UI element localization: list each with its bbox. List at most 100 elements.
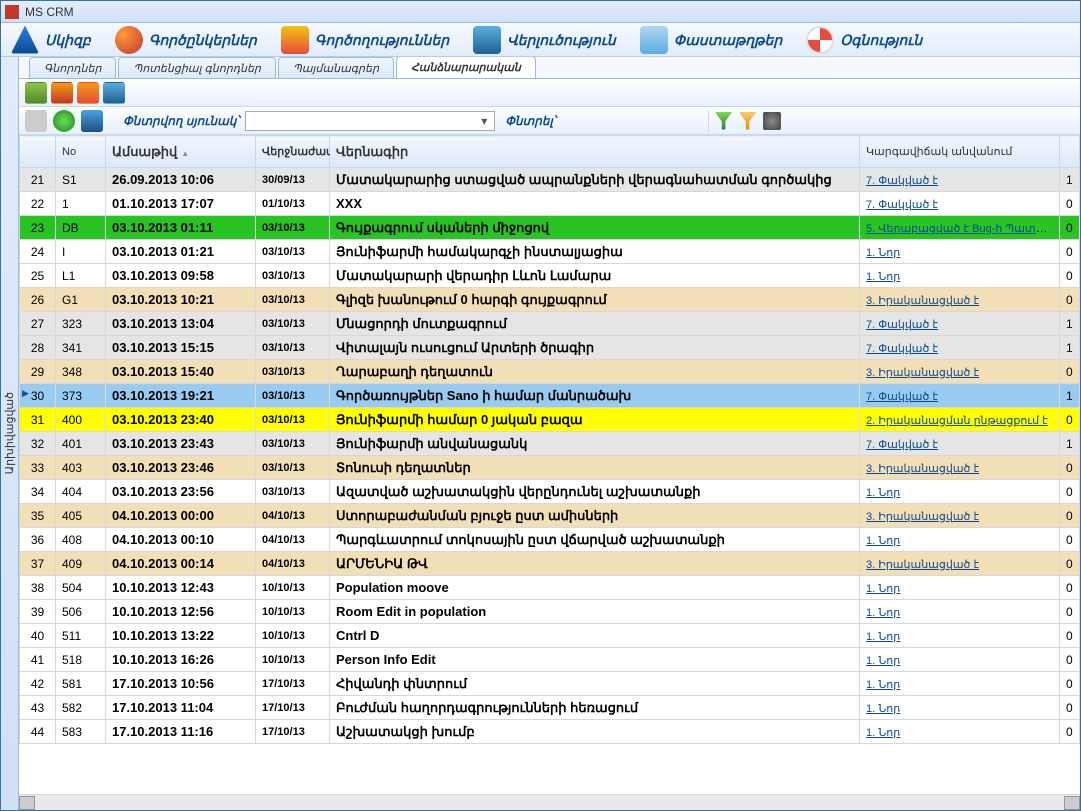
col-enddate[interactable]: Վերջնաժամ [256, 136, 330, 168]
col-no[interactable]: No [56, 136, 106, 168]
funnel-green-icon[interactable] [715, 112, 733, 130]
status-link[interactable]: 3. Իրականացված է [866, 367, 979, 379]
cell-rownum: 37 [20, 552, 56, 576]
status-link[interactable]: 1. Նոր [866, 607, 900, 619]
cell-no: 581 [56, 672, 106, 696]
table-row[interactable]: 4051110.10.2013 13:2210/10/13Cntrl D1. Ն… [20, 624, 1080, 648]
table-row[interactable]: 3740904.10.2013 00:1404/10/13ԱՐՄԵՆԻԱ ԹՎ3… [20, 552, 1080, 576]
status-link[interactable]: 7. Փակված է [866, 199, 938, 211]
table-row[interactable]: 3037303.10.2013 19:2103/10/13Գործառույթն… [20, 384, 1080, 408]
status-link[interactable]: 7. Փակված է [866, 391, 938, 403]
cell-enddate: 03/10/13 [256, 360, 330, 384]
status-link[interactable]: 7. Փակված է [866, 319, 938, 331]
status-link[interactable]: 5. Վերաբացված է Bug-ի Պատճառով [866, 221, 1060, 235]
table-row[interactable]: 2732303.10.2013 13:0403/10/13Մնացորդի մո… [20, 312, 1080, 336]
table-row[interactable]: 24I03.10.2013 01:2103/10/13Յունիֆարմի հա… [20, 240, 1080, 264]
status-link[interactable]: 3. Իրականացված է [866, 295, 979, 307]
tab-contracts[interactable]: Պայմանագրեր [278, 57, 394, 78]
open-button[interactable] [77, 82, 99, 104]
status-link[interactable]: 3. Իրականացված է [866, 463, 979, 475]
cell-rownum: 34 [20, 480, 56, 504]
side-tab[interactable]: Արխիվացված [1, 57, 19, 810]
table-row[interactable]: 25L103.10.2013 09:5803/10/13Մատակարարի վ… [20, 264, 1080, 288]
table-row[interactable]: 4358217.10.2013 11:0417/10/13Բուժման հաղ… [20, 696, 1080, 720]
scroll-right-icon[interactable] [1064, 796, 1080, 810]
cell-rownum: 27 [20, 312, 56, 336]
col-title[interactable]: Վերնագիր [330, 136, 860, 168]
cell-no: 405 [56, 504, 106, 528]
tab-potential[interactable]: Պոտենցիալ գնորդներ [118, 57, 275, 78]
filter-column-select[interactable]: ▾ [245, 111, 495, 131]
ribbon-docs[interactable]: Փաստաթղթեր [640, 26, 782, 54]
table-row[interactable]: 3950610.10.2013 12:5610/10/13Room Edit i… [20, 600, 1080, 624]
cell-last: 0 [1060, 552, 1080, 576]
refresh-icon[interactable] [81, 110, 103, 132]
filter-search-input[interactable] [562, 111, 702, 131]
cell-last: 0 [1060, 456, 1080, 480]
ribbon-analysis[interactable]: Վերլուծություն [473, 26, 616, 54]
status-link[interactable]: 1. Նոր [866, 535, 900, 547]
toolbar [19, 79, 1080, 107]
funnel-orange-icon[interactable] [739, 112, 757, 130]
table-row[interactable]: 2934803.10.2013 15:4003/10/13Ղարաբաղի դե… [20, 360, 1080, 384]
status-link[interactable]: 1. Նոր [866, 631, 900, 643]
cell-status: 3. Իրականացված է [860, 504, 1060, 528]
cell-enddate: 04/10/13 [256, 552, 330, 576]
table-row[interactable]: 3340303.10.2013 23:4603/10/13Տոնուսի դեղ… [20, 456, 1080, 480]
cell-date: 10.10.2013 12:56 [106, 600, 256, 624]
cell-last: 0 [1060, 288, 1080, 312]
ribbon-partners[interactable]: Գործընկերներ [115, 26, 257, 54]
find-button[interactable] [103, 82, 125, 104]
scroll-left-icon[interactable] [19, 796, 35, 810]
col-date[interactable]: Ամսաթիվ▲ [106, 136, 256, 168]
table-row[interactable]: 4151810.10.2013 16:2610/10/13Person Info… [20, 648, 1080, 672]
data-grid[interactable]: No Ամսաթիվ▲ Վերջնաժամ Վերնագիր Կարգավիճա… [19, 135, 1080, 794]
status-link[interactable]: 3. Իրականացված է [866, 511, 979, 523]
table-row[interactable]: 22101.10.2013 17:0701/10/13XXX7. Փակված … [20, 192, 1080, 216]
table-row[interactable]: 3140003.10.2013 23:4003/10/13Յունիֆարմի … [20, 408, 1080, 432]
table-row[interactable]: 3240103.10.2013 23:4303/10/13Յունիֆարմի … [20, 432, 1080, 456]
status-link[interactable]: 1. Նոր [866, 703, 900, 715]
table-row[interactable]: 3440403.10.2013 23:5603/10/13Ազատված աշխ… [20, 480, 1080, 504]
col-last[interactable] [1060, 136, 1080, 168]
table-row[interactable]: 26G103.10.2013 10:2103/10/13Գլիզե խանութ… [20, 288, 1080, 312]
col-rownum[interactable] [20, 136, 56, 168]
status-link[interactable]: 1. Նոր [866, 679, 900, 691]
tab-assignment[interactable]: Հանձնարարական [396, 57, 536, 78]
status-link[interactable]: 2. Իրականացման ընթացքում է [866, 415, 1048, 427]
ribbon-home[interactable]: Սկիզբ [11, 26, 91, 54]
status-link[interactable]: 1. Նոր [866, 487, 900, 499]
cell-no: 348 [56, 360, 106, 384]
status-link[interactable]: 7. Փակված է [866, 175, 938, 187]
table-row[interactable]: 3640804.10.2013 00:1004/10/13Պարգևատրում… [20, 528, 1080, 552]
status-link[interactable]: 1. Նոր [866, 655, 900, 667]
table-row[interactable]: 21S126.09.2013 10:0630/09/13Մատակարարից … [20, 168, 1080, 192]
cell-enddate: 30/09/13 [256, 168, 330, 192]
table-row[interactable]: 3540504.10.2013 00:0004/10/13Ստորաբաժանմ… [20, 504, 1080, 528]
status-link[interactable]: 1. Նոր [866, 271, 900, 283]
status-link[interactable]: 1. Նոր [866, 727, 900, 739]
mail-disabled-icon [25, 110, 47, 132]
table-row[interactable]: 23DB03.10.2013 01:1103/10/13Գույքագրում … [20, 216, 1080, 240]
ribbon-help[interactable]: Օգնություն [806, 26, 922, 54]
add-button[interactable] [25, 82, 47, 104]
status-link[interactable]: 7. Փակված է [866, 343, 938, 355]
status-link[interactable]: 7. Փակված է [866, 439, 938, 451]
table-row[interactable]: 4458317.10.2013 11:1617/10/13Աշխատակցի խ… [20, 720, 1080, 744]
hscrollbar[interactable] [19, 794, 1080, 810]
ribbon-ops[interactable]: Գործողություններ [281, 26, 449, 54]
status-link[interactable]: 3. Իրականացված է [866, 559, 979, 571]
cell-last: 0 [1060, 528, 1080, 552]
table-row[interactable]: 2834103.10.2013 15:1503/10/13Վիտալայն ու… [20, 336, 1080, 360]
status-link[interactable]: 1. Նոր [866, 247, 900, 259]
edit-button[interactable] [51, 82, 73, 104]
tab-buyers[interactable]: Գնորդներ [29, 57, 116, 78]
table-row[interactable]: 4258117.10.2013 10:5617/10/13Հիվանդի փնտ… [20, 672, 1080, 696]
table-row[interactable]: 3850410.10.2013 12:4310/10/13Population … [20, 576, 1080, 600]
network-icon[interactable] [763, 112, 781, 130]
cell-enddate: 01/10/13 [256, 192, 330, 216]
col-status[interactable]: Կարգավիճակ անվանում [860, 136, 1060, 168]
cell-enddate: 10/10/13 [256, 600, 330, 624]
status-link[interactable]: 1. Նոր [866, 583, 900, 595]
play-icon[interactable] [53, 110, 75, 132]
